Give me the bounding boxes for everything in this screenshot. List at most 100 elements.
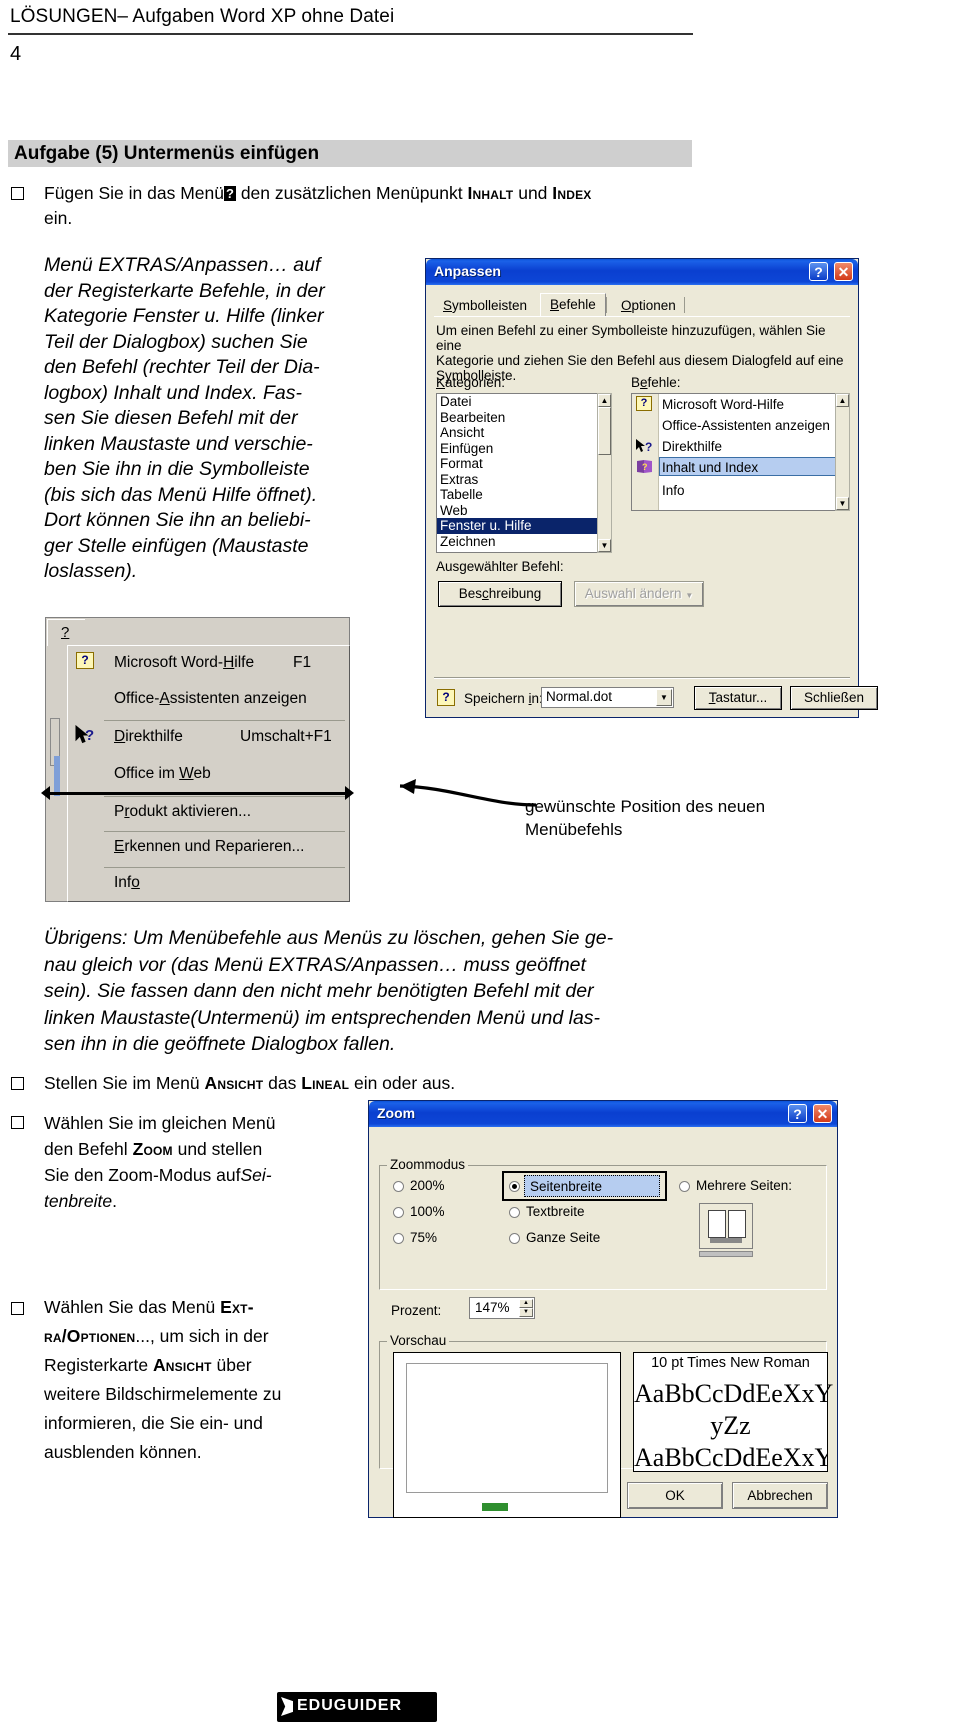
list-item[interactable]: Datei [437, 394, 610, 410]
ok-button[interactable]: OK [627, 1482, 723, 1509]
task-2-smallcaps-ansicht: Ansicht [204, 1073, 264, 1093]
solution-line-3: Kategorie Fenster u. Hilfe (linker [44, 305, 324, 327]
menu-item-erkennen-reparieren[interactable]: Erkennen und Reparieren... [114, 838, 304, 856]
task-heading-band: Aufgabe (5) Untermenüs einfügen [8, 140, 692, 167]
task-1-part-d: ein. [44, 208, 73, 228]
prozent-value: 147% [475, 1300, 510, 1315]
scroll-up-icon[interactable]: ▲ [598, 394, 611, 407]
page-header-title: LÖSUNGEN– Aufgaben Word XP ohne Datei [10, 6, 395, 27]
spinner-down-icon[interactable]: ▼ [519, 1308, 533, 1317]
menu-item-office-im-web[interactable]: Office im Web [114, 765, 211, 783]
list-item[interactable]: Einfügen [437, 441, 610, 457]
radio-100[interactable] [393, 1207, 404, 1218]
close-button[interactable]: ✕ [813, 1104, 832, 1123]
chevron-down-icon[interactable]: ▼ [656, 689, 672, 706]
kategorien-listbox[interactable]: Datei Bearbeiten Ansicht Einfügen Format… [436, 393, 611, 553]
menu-item-word-hilfe[interactable]: Microsoft Word-Hilfe [114, 654, 254, 672]
checkbox-task-4[interactable] [11, 1302, 24, 1315]
help-menu-popup[interactable]: ? ? Microsoft Word-Hilfe F1 Office-Assis… [45, 617, 350, 902]
radio-75[interactable] [393, 1233, 404, 1244]
checkbox-task-2[interactable] [11, 1077, 24, 1090]
svg-text:?: ? [642, 462, 648, 472]
svg-text:?: ? [85, 727, 94, 744]
help-balloon-icon[interactable]: ? [437, 689, 455, 706]
list-item[interactable]: Direkthilfe [662, 439, 722, 454]
list-item[interactable]: Info [662, 483, 685, 498]
close-button[interactable]: ✕ [834, 262, 853, 281]
speichern-in-combo[interactable]: Normal.dot ▼ [541, 687, 674, 708]
tastatur-button[interactable]: Tastatur... [694, 686, 782, 710]
tab-symbolleisten[interactable]: Symbolleisten [434, 295, 537, 316]
callout-text: gewünschte Position des neuen Menübefehl… [525, 795, 855, 841]
solution-italic-block: Menü EXTRAS/Anpassen… auf der Registerka… [44, 253, 374, 585]
list-item[interactable]: Office-Assistenten anzeigen [662, 418, 830, 433]
task-1-text: Fügen Sie in das Menü? den zusätzlichen … [44, 181, 724, 231]
radio-textbreite[interactable] [509, 1207, 520, 1218]
cancel-button[interactable]: Abbrechen [732, 1482, 828, 1509]
font-note: 10 pt Times New Roman [651, 1355, 810, 1371]
list-item-selected[interactable]: Fenster u. Hilfe [437, 518, 610, 534]
menu-button-help[interactable]: ? [47, 619, 87, 646]
list-item[interactable]: Tabelle [437, 487, 610, 503]
solution-line-13: loslassen). [44, 560, 138, 582]
checkbox-task-3[interactable] [11, 1116, 24, 1129]
tab-befehle[interactable]: Befehle [540, 293, 606, 316]
menu-item-direkthilfe[interactable]: Direkthilfe [114, 728, 183, 746]
multi-page-picker-button[interactable] [699, 1203, 753, 1249]
befehle-label: Befehle: [631, 375, 681, 390]
help-button[interactable]: ? [788, 1104, 807, 1123]
help-button[interactable]: ? [809, 262, 828, 281]
schliessen-button[interactable]: Schließen [790, 686, 878, 710]
anpassen-dialog[interactable]: Anpassen ? ✕ Symbolleisten Befehle Optio… [425, 258, 878, 718]
menu-separator [104, 867, 345, 868]
prozent-label: Prozent: [391, 1303, 442, 1318]
scroll-up-icon[interactable]: ▲ [836, 394, 849, 407]
task-1-part-c: und [518, 183, 548, 203]
task-3-line-4: tenbreite. [44, 1191, 117, 1211]
task-3-line-2: den Befehl Zoom und stellen [44, 1139, 263, 1159]
radio-100-label: 100% [410, 1204, 445, 1219]
radio-ganze-seite-label: Ganze Seite [526, 1230, 601, 1245]
list-item[interactable]: Bearbeiten [437, 410, 610, 426]
uebrigens-line-1: Übrigens: Um Menübefehle aus Menüs zu lö… [44, 927, 614, 949]
kategorien-scrollbar[interactable]: ▲ ▼ [597, 393, 612, 553]
task-4-line-3: Registerkarte Ansicht über [44, 1355, 252, 1375]
list-item[interactable]: Format [437, 456, 610, 472]
radio-seitenbreite[interactable] [509, 1181, 520, 1192]
befehle-scrollbar[interactable]: ▲ ▼ [835, 393, 850, 511]
zoom-dialog[interactable]: Zoom ? ✕ Zoommodus 200% 100% 75% Seitenb… [368, 1100, 838, 1518]
tab-optionen[interactable]: Optionen [612, 295, 685, 316]
scroll-down-icon[interactable]: ▼ [598, 539, 611, 552]
zoom-titlebar[interactable]: Zoom ? ✕ [369, 1101, 837, 1127]
font-sample-line-3: AaBbCcDdEeXxY [634, 1443, 827, 1471]
befehle-listbox[interactable]: Microsoft Word-Hilfe ? Office-Assistente… [631, 393, 850, 511]
task-3-line-1: Wählen Sie im gleichen Menü [44, 1113, 276, 1133]
task-3-smallcaps-zoom: Zoom [132, 1139, 173, 1159]
beschreibung-button[interactable]: Beschreibung [438, 581, 562, 607]
help-dropdown-panel[interactable]: ? Microsoft Word-Hilfe F1 Office-Assiste… [67, 645, 350, 902]
prozent-spinner[interactable]: 147% ▲ ▼ [469, 1297, 535, 1319]
list-item[interactable]: Extras [437, 472, 610, 488]
menu-item-produkt-aktivieren[interactable]: Produkt aktivieren... [114, 803, 251, 821]
anpassen-titlebar[interactable]: Anpassen ? ✕ [426, 259, 858, 285]
checkbox-task-1[interactable] [11, 187, 24, 200]
menu-item-office-assistent[interactable]: Office-Assistenten anzeigen [114, 690, 307, 708]
list-item[interactable]: Microsoft Word-Hilfe [662, 397, 784, 412]
list-item[interactable]: Zeichnen [437, 534, 610, 550]
scrollbar-thumb[interactable] [598, 407, 611, 455]
spinner-up-icon[interactable]: ▲ [519, 1299, 533, 1308]
list-item[interactable]: Web [437, 503, 610, 519]
radio-200[interactable] [393, 1181, 404, 1192]
task-2-text: Stellen Sie im Menü Ansicht das Lineal e… [44, 1071, 644, 1096]
auswahl-aendern-button[interactable]: Auswahl ändern ▼ [574, 581, 704, 607]
list-item[interactable]: Ansicht [437, 425, 610, 441]
menu-item-info[interactable]: Info [114, 874, 140, 892]
book-question-icon: ? [636, 459, 653, 474]
task-2-smallcaps-lineal: Lineal [301, 1073, 350, 1093]
radio-ganze-seite[interactable] [509, 1233, 520, 1244]
task-4-line-5: informieren, die Sie ein- und [44, 1413, 263, 1433]
list-item-selected[interactable]: Inhalt und Index [662, 460, 758, 475]
radio-mehrere-seiten[interactable] [679, 1181, 690, 1192]
uebrigens-line-2: nau gleich vor (das Menü EXTRAS/Anpassen… [44, 953, 586, 976]
scroll-down-icon[interactable]: ▼ [836, 497, 849, 510]
